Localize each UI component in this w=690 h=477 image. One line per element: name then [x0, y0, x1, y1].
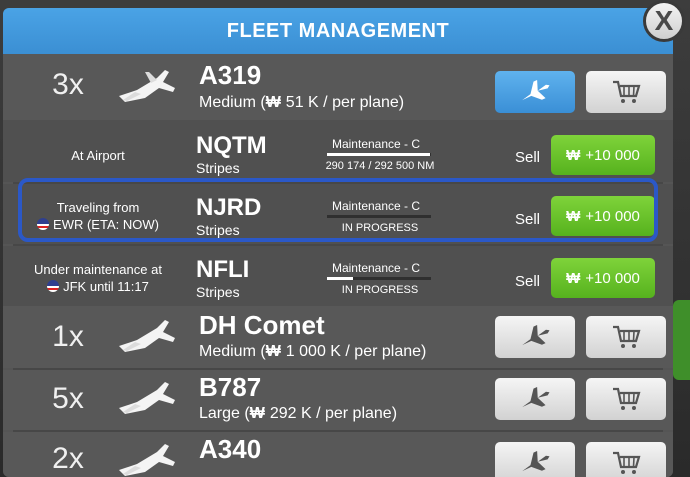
- status-line: Traveling from: [56, 200, 140, 215]
- airplane-icon: [522, 80, 550, 101]
- airplane-icon: [119, 444, 175, 476]
- sell-label: Sell: [515, 211, 541, 228]
- fleet-management-panel: FLEET MANAGEMENT 3x A319 Medium (₩ 51 K /…: [3, 8, 673, 477]
- maintenance-label: Maintenance - C: [331, 199, 421, 213]
- aircraft-row-njrd: Traveling from EWR (ETA: NOW) NJRD Strip…: [3, 184, 673, 244]
- aircraft-registration: NQTM: [196, 132, 267, 159]
- status-line: Under maintenance at: [34, 262, 162, 277]
- aircraft-registration: NFLI: [196, 256, 250, 283]
- status-line: JFK until 11:17: [63, 279, 149, 294]
- model-quantity: 2x: [52, 442, 84, 475]
- model-price-unit: / per plane: [323, 94, 399, 111]
- cart-icon: [613, 80, 641, 103]
- close-icon: X: [654, 5, 674, 36]
- currency-icon: ₩: [265, 94, 281, 111]
- model-price: 51 K: [285, 94, 319, 111]
- aircraft-registration: NJRD: [196, 194, 262, 221]
- airplane-icon: [522, 387, 550, 408]
- currency-icon: ₩: [265, 343, 281, 360]
- model-name: DH Comet: [199, 310, 325, 340]
- sell-label: Sell: [515, 149, 541, 166]
- airplane-icon: [119, 320, 175, 352]
- close-button[interactable]: X: [643, 0, 685, 42]
- buy-plane-button[interactable]: [586, 442, 666, 477]
- aircraft-row-nfli: Under maintenance at JFK until 11:17 NFL…: [3, 246, 673, 306]
- model-row-a319: 3x A319 Medium (₩ 51 K / per plane): [3, 54, 673, 120]
- maintenance-progress-bar: [327, 277, 431, 280]
- aircraft-status: Traveling from EWR (ETA: NOW): [8, 199, 188, 233]
- buy-plane-button[interactable]: [586, 378, 666, 420]
- sell-button[interactable]: ₩ +10 000: [551, 196, 655, 236]
- maintenance-label: Maintenance - C: [331, 137, 421, 151]
- sell-button[interactable]: ₩ +10 000: [551, 258, 655, 298]
- panel-title: FLEET MANAGEMENT: [226, 19, 450, 42]
- model-size-price: Medium (₩ 51 K / per plane): [199, 94, 405, 111]
- currency-icon: ₩: [566, 207, 581, 225]
- model-quantity: 3x: [52, 68, 84, 101]
- buy-plane-button[interactable]: [586, 71, 666, 113]
- model-quantity: 5x: [52, 382, 84, 415]
- maintenance-detail: 290 174 / 292 500 NM: [325, 160, 435, 172]
- model-row-b787: 5x B787 Large (₩ 292 K / per plane): [3, 370, 673, 430]
- model-size: Medium: [199, 94, 256, 111]
- model-price: 1 000 K: [285, 343, 341, 360]
- model-size-price: Medium (₩ 1 000 K / per plane): [199, 343, 427, 360]
- cart-icon: [613, 387, 641, 410]
- us-flag-icon: [37, 218, 50, 230]
- aircraft-status: Under maintenance at JFK until 11:17: [8, 261, 188, 295]
- buy-plane-button[interactable]: [586, 316, 666, 358]
- maintenance-label: Maintenance - C: [331, 261, 421, 275]
- airplane-icon: [522, 325, 550, 346]
- maintenance-detail: IN PROGRESS: [341, 222, 419, 234]
- sell-value: +10 000: [585, 269, 640, 287]
- cart-icon: [613, 325, 641, 348]
- aircraft-row-nqtm: At Airport NQTM Stripes Maintenance - C …: [3, 120, 673, 182]
- maintenance-progress-fill: [327, 277, 353, 280]
- model-row-a340: 2x A340: [3, 432, 673, 477]
- sell-button[interactable]: ₩ +10 000: [551, 135, 655, 175]
- status-line: At Airport: [71, 148, 125, 163]
- currency-icon: ₩: [249, 405, 265, 422]
- maintenance-detail: IN PROGRESS: [341, 284, 419, 296]
- sell-label: Sell: [515, 273, 541, 290]
- airplane-icon: [119, 382, 175, 414]
- status-line: EWR (ETA: NOW): [53, 217, 159, 232]
- aircraft-livery: Stripes: [196, 222, 240, 238]
- aircraft-livery: Stripes: [196, 284, 240, 300]
- view-fleet-button[interactable]: [495, 378, 575, 420]
- model-size: Large: [199, 405, 240, 422]
- model-row-dh-comet: 1x DH Comet Medium (₩ 1 000 K / per plane…: [3, 306, 673, 368]
- maintenance-progress-fill: [327, 153, 430, 156]
- panel-header: FLEET MANAGEMENT: [3, 8, 673, 54]
- model-price-unit: / per plane: [316, 405, 392, 422]
- maintenance-progress-bar: [327, 215, 431, 218]
- model-name: A340: [199, 434, 262, 464]
- view-fleet-button[interactable]: [495, 442, 575, 477]
- maintenance-progress-bar: [327, 153, 431, 156]
- model-size: Medium: [199, 343, 256, 360]
- background-green-element: [673, 300, 690, 380]
- currency-icon: ₩: [566, 269, 581, 287]
- airplane-icon: [522, 451, 550, 472]
- currency-icon: ₩: [566, 146, 581, 164]
- model-price: 292 K: [269, 405, 312, 422]
- sell-value: +10 000: [585, 146, 640, 164]
- model-name: B787: [199, 372, 262, 402]
- view-fleet-button[interactable]: [495, 71, 575, 113]
- aircraft-livery: Stripes: [196, 160, 240, 176]
- airplane-icon: [119, 70, 175, 102]
- cart-icon: [613, 451, 641, 474]
- model-size-price: Large (₩ 292 K / per plane): [199, 405, 398, 422]
- us-flag-icon: [47, 280, 60, 292]
- sell-value: +10 000: [585, 207, 640, 225]
- model-name: A319: [199, 60, 262, 90]
- aircraft-status: At Airport: [8, 147, 188, 164]
- model-quantity: 1x: [52, 320, 84, 353]
- model-price-unit: / per plane: [345, 343, 422, 360]
- view-fleet-button[interactable]: [495, 316, 575, 358]
